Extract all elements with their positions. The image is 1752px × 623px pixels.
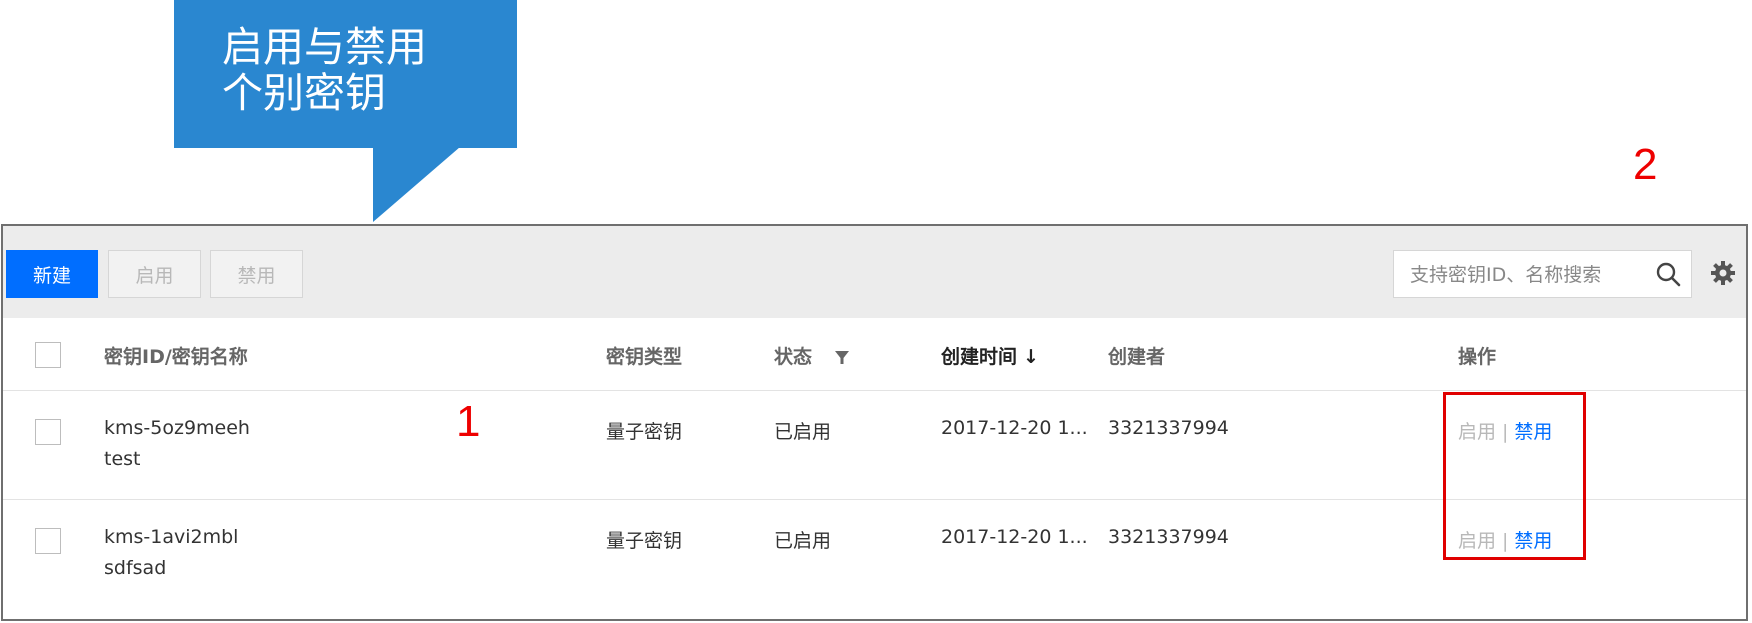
key-creator: 3321337994	[1108, 526, 1229, 548]
select-all-checkbox[interactable]	[35, 342, 61, 368]
column-header-type: 密钥类型	[606, 346, 683, 368]
key-status: 已启用	[774, 421, 832, 443]
search-input[interactable]	[1408, 251, 1642, 299]
annotation-number-2: 2	[1633, 140, 1658, 189]
key-type: 量子密钥	[606, 530, 683, 552]
column-header-creator: 创建者	[1108, 346, 1166, 368]
new-button[interactable]: 新建	[6, 250, 98, 298]
key-created-time: 2017-12-20 1...	[941, 526, 1088, 548]
column-header-name: 密钥ID/密钥名称	[104, 346, 248, 368]
table-header: 密钥ID/密钥名称 密钥类型 状态 创建时间 ↓ 创建者 操作	[3, 318, 1746, 391]
key-id-link[interactable]: kms-5oz9meeh	[104, 417, 250, 439]
toolbar: 新建 启用 禁用	[3, 226, 1746, 318]
column-header-time[interactable]: 创建时间 ↓	[941, 342, 1039, 369]
key-name: sdfsad	[104, 557, 167, 579]
column-header-ops: 操作	[1458, 346, 1497, 368]
key-created-time: 2017-12-20 1...	[941, 417, 1088, 439]
callout-line-2: 个别密钥	[222, 69, 386, 117]
column-header-status-label: 状态	[774, 346, 813, 368]
filter-icon[interactable]	[834, 350, 849, 365]
key-type: 量子密钥	[606, 421, 683, 443]
annotation-number-1: 1	[456, 397, 481, 446]
column-header-status[interactable]: 状态	[774, 342, 849, 369]
key-id-link[interactable]: kms-1avi2mbl	[104, 526, 238, 548]
search-box	[1393, 250, 1692, 299]
callout-title: 启用与禁用 个别密钥	[222, 24, 427, 116]
row-checkbox[interactable]	[35, 528, 61, 554]
key-status: 已启用	[774, 530, 832, 552]
sort-descending-icon[interactable]: ↓	[1023, 346, 1039, 368]
column-header-time-label: 创建时间	[941, 346, 1018, 368]
gear-icon[interactable]	[1710, 260, 1736, 286]
callout-line-1: 启用与禁用	[222, 23, 427, 71]
key-creator: 3321337994	[1108, 417, 1229, 439]
disable-button[interactable]: 禁用	[210, 250, 303, 298]
row-checkbox[interactable]	[35, 419, 61, 445]
annotation-highlight-box	[1443, 392, 1586, 560]
search-icon[interactable]	[1655, 261, 1681, 287]
key-name: test	[104, 448, 141, 470]
enable-button[interactable]: 启用	[108, 250, 201, 298]
